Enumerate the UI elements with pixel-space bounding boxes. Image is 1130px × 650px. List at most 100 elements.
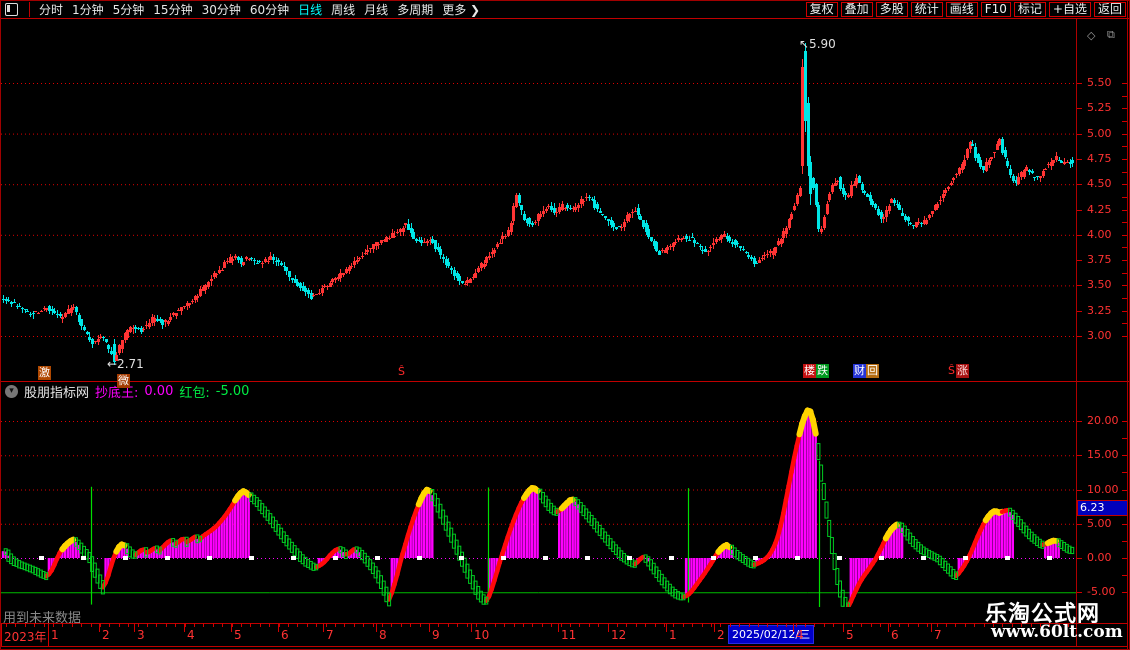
indicator-axis-minor-tick [1122, 575, 1127, 577]
price-axis-minor-tick [1122, 196, 1127, 198]
date-axis-minor-tick [15, 623, 16, 627]
date-axis-minor-tick [852, 623, 853, 627]
date-axis-minor-tick [843, 623, 844, 627]
date-axis-minor-tick [138, 623, 139, 627]
date-axis-minor-tick [166, 623, 167, 627]
date-axis-month-label: 4 [187, 628, 195, 642]
date-axis-month-label: 5 [234, 628, 242, 642]
toolbar-period-10[interactable]: 多周期 [397, 2, 433, 18]
toolbar-period-6[interactable]: 60分钟 [250, 2, 289, 18]
toolbar-period-1[interactable]: 分时 [39, 2, 63, 18]
indicator-axis-label: 5.00 [1087, 516, 1112, 530]
toolbar-divider [29, 2, 30, 17]
date-axis-minor-tick [91, 623, 92, 627]
date-axis-minor-tick [72, 623, 73, 627]
toolbar-period-2[interactable]: 1分钟 [72, 2, 104, 18]
toolbar-period-9[interactable]: 月线 [364, 2, 388, 18]
date-axis-month-label: 9 [432, 628, 440, 642]
date-axis-minor-tick [551, 623, 552, 627]
indicator-axis-label: 10.00 [1087, 482, 1119, 496]
trading-app-window: 分时 1分钟 5分钟 15分钟 30分钟 60分钟 日线 周线 月线 多周期 更多 ❯ 复权 叠加 多股… [0, 0, 1130, 650]
indicator-line2-value: -5.00 [215, 384, 250, 399]
diamond-icon[interactable]: ◇ [1087, 29, 1095, 42]
toolbar-action-5[interactable]: 画线 [945, 2, 978, 17]
indicator-axis-minor-tick [1122, 540, 1127, 542]
toolbar-action-3[interactable]: 多股 [875, 2, 908, 17]
price-axis-minor-tick [1122, 184, 1127, 186]
price-axis-minor-tick [1122, 222, 1127, 224]
date-axis-minor-tick [664, 623, 665, 627]
indicator-source: 股朋指标网 [24, 386, 90, 401]
date-axis-minor-tick [636, 623, 637, 627]
date-axis-month-label: 6 [891, 628, 899, 642]
toolbar-action-6[interactable]: F10 [980, 2, 1011, 17]
date-axis-minor-tick [767, 623, 768, 627]
date-axis-minor-tick [128, 623, 129, 627]
date-axis-minor-tick [532, 623, 533, 627]
toolbar-action-9[interactable]: 返回 [1093, 2, 1126, 17]
date-axis-minor-tick [476, 623, 477, 627]
period-toolbar: 分时 1分钟 5分钟 15分钟 30分钟 60分钟 日线 周线 月线 多周期 更多 ❯ [1, 2, 480, 18]
outer-frame [1127, 1, 1128, 649]
indicator-axis-tick [1077, 489, 1082, 491]
toolbar-action-7[interactable]: 标记 [1013, 2, 1046, 17]
date-axis-minor-tick [44, 623, 45, 627]
toolbar-period-4[interactable]: 15分钟 [153, 2, 192, 18]
date-axis-minor-tick [382, 623, 383, 627]
date-axis-minor-tick [617, 623, 618, 627]
indicator-axis-tick [1077, 592, 1082, 594]
date-axis-minor-tick [589, 623, 590, 627]
signal-label: 财回 [853, 364, 879, 378]
price-axis-minor-tick [1122, 323, 1127, 325]
toolbar-action-4[interactable]: 统计 [910, 2, 943, 17]
price-axis-tick [1077, 336, 1082, 337]
date-axis-minor-tick [354, 623, 355, 627]
pane-layout-icon[interactable] [5, 3, 18, 16]
toolbar-period-8[interactable]: 周线 [331, 2, 355, 18]
date-axis-minor-tick [429, 623, 430, 627]
indicator-axis-minor-tick [1122, 489, 1127, 491]
date-axis-minor-tick [288, 623, 289, 627]
date-axis-month-label: 7 [934, 628, 942, 642]
indicator-chevron-icon[interactable]: ▾ [5, 385, 18, 398]
toolbar-action-2[interactable]: 叠加 [840, 2, 873, 17]
price-axis-tick [1077, 209, 1082, 211]
date-axis-minor-tick [109, 623, 110, 627]
date-axis-minor-tick [194, 623, 195, 627]
date-axis-minor-tick [457, 623, 458, 627]
toolbar-action-8[interactable]: +自选 [1048, 2, 1091, 17]
date-axis-top-border [1, 623, 1128, 624]
toolbar-period-7[interactable]: 日线 [298, 2, 322, 18]
toolbar-period-11[interactable]: 更多 ❯ [442, 2, 480, 18]
date-axis-minor-tick [147, 623, 148, 627]
price-axis-minor-tick [1122, 247, 1127, 249]
date-axis-minor-tick [373, 623, 374, 627]
date-axis-month-label: 6 [281, 628, 289, 642]
indicator-chart[interactable] [1, 401, 1076, 607]
window-icon[interactable]: ⧉ [1107, 28, 1115, 42]
indicator-axis-tick [1077, 523, 1082, 525]
main-price-chart[interactable] [1, 19, 1076, 381]
date-axis-minor-tick [344, 623, 345, 627]
price-axis-minor-tick [1122, 83, 1127, 84]
date-axis-minor-tick [955, 623, 956, 627]
toolbar-period-3[interactable]: 5分钟 [113, 2, 145, 18]
indicator-current-value: 6.23 [1077, 500, 1128, 516]
date-axis-bottom-border [1, 646, 1128, 647]
date-axis-month-label: 3 [137, 628, 145, 642]
low-price-annotation: ←2.71 [107, 357, 144, 371]
date-axis-minor-tick [805, 623, 806, 627]
price-axis-label: 5.50 [1087, 76, 1112, 89]
date-axis-minor-tick [363, 623, 364, 627]
action-toolbar: 复权 叠加 多股 统计 画线 F10 标记 +自选 返回 [805, 2, 1129, 17]
price-axis-tick [1077, 158, 1082, 160]
price-axis-label: 3.00 [1087, 329, 1112, 342]
signal-label: Ŝ涨 [947, 364, 969, 378]
indicator-axis-minor-tick [1122, 421, 1127, 422]
toolbar-period-5[interactable]: 30分钟 [202, 2, 241, 18]
signal-glyph: 回 [866, 364, 879, 378]
price-axis-minor-tick [1122, 108, 1127, 110]
date-axis-month-label: 12 [611, 628, 627, 642]
price-axis-minor-tick [1122, 272, 1127, 274]
toolbar-action-1[interactable]: 复权 [805, 2, 838, 17]
